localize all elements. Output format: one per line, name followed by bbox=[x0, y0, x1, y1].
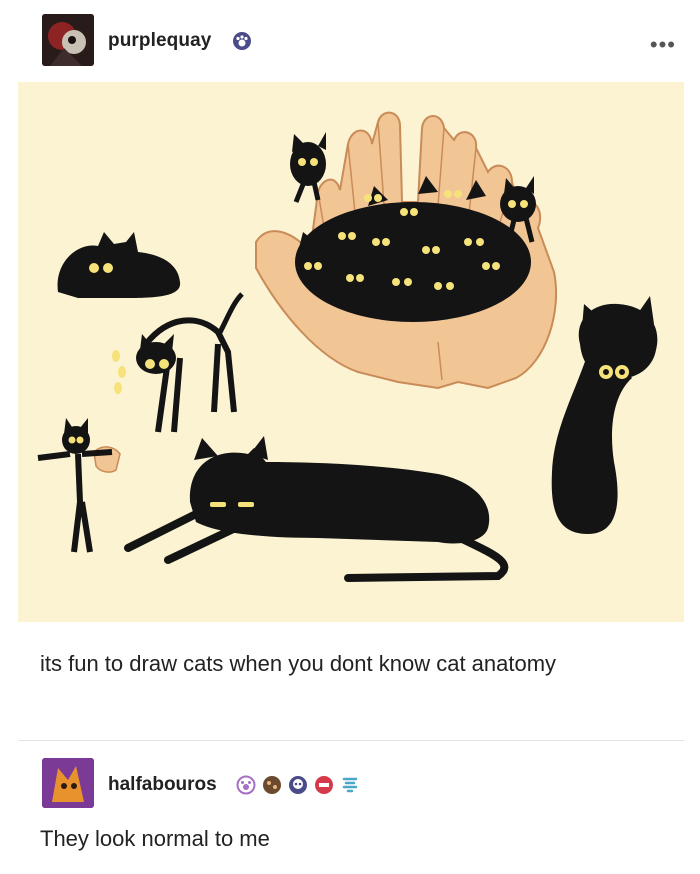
paw-badge-icon bbox=[236, 775, 256, 795]
spring-badge-icon bbox=[340, 775, 360, 795]
reply-avatar[interactable] bbox=[42, 758, 94, 808]
username[interactable]: purplequay bbox=[108, 30, 211, 52]
paw-badge-icon bbox=[232, 31, 252, 51]
stamp-badge-icon bbox=[314, 775, 334, 795]
user-avatar[interactable] bbox=[42, 14, 94, 66]
reply-username[interactable]: halfabouros bbox=[108, 774, 217, 796]
more-options-icon[interactable]: ••• bbox=[650, 32, 676, 58]
cookie-badge-icon bbox=[262, 775, 282, 795]
post-header: purplequay ••• bbox=[0, 0, 700, 82]
tumblr-post: purplequay ••• its fun to draw cats when… bbox=[0, 0, 700, 874]
divider bbox=[18, 740, 684, 741]
post-caption: its fun to draw cats when you dont know … bbox=[40, 651, 557, 676]
post-image bbox=[18, 82, 684, 622]
reply-text: They look normal to me bbox=[40, 826, 270, 851]
skull-badge-icon bbox=[288, 775, 308, 795]
